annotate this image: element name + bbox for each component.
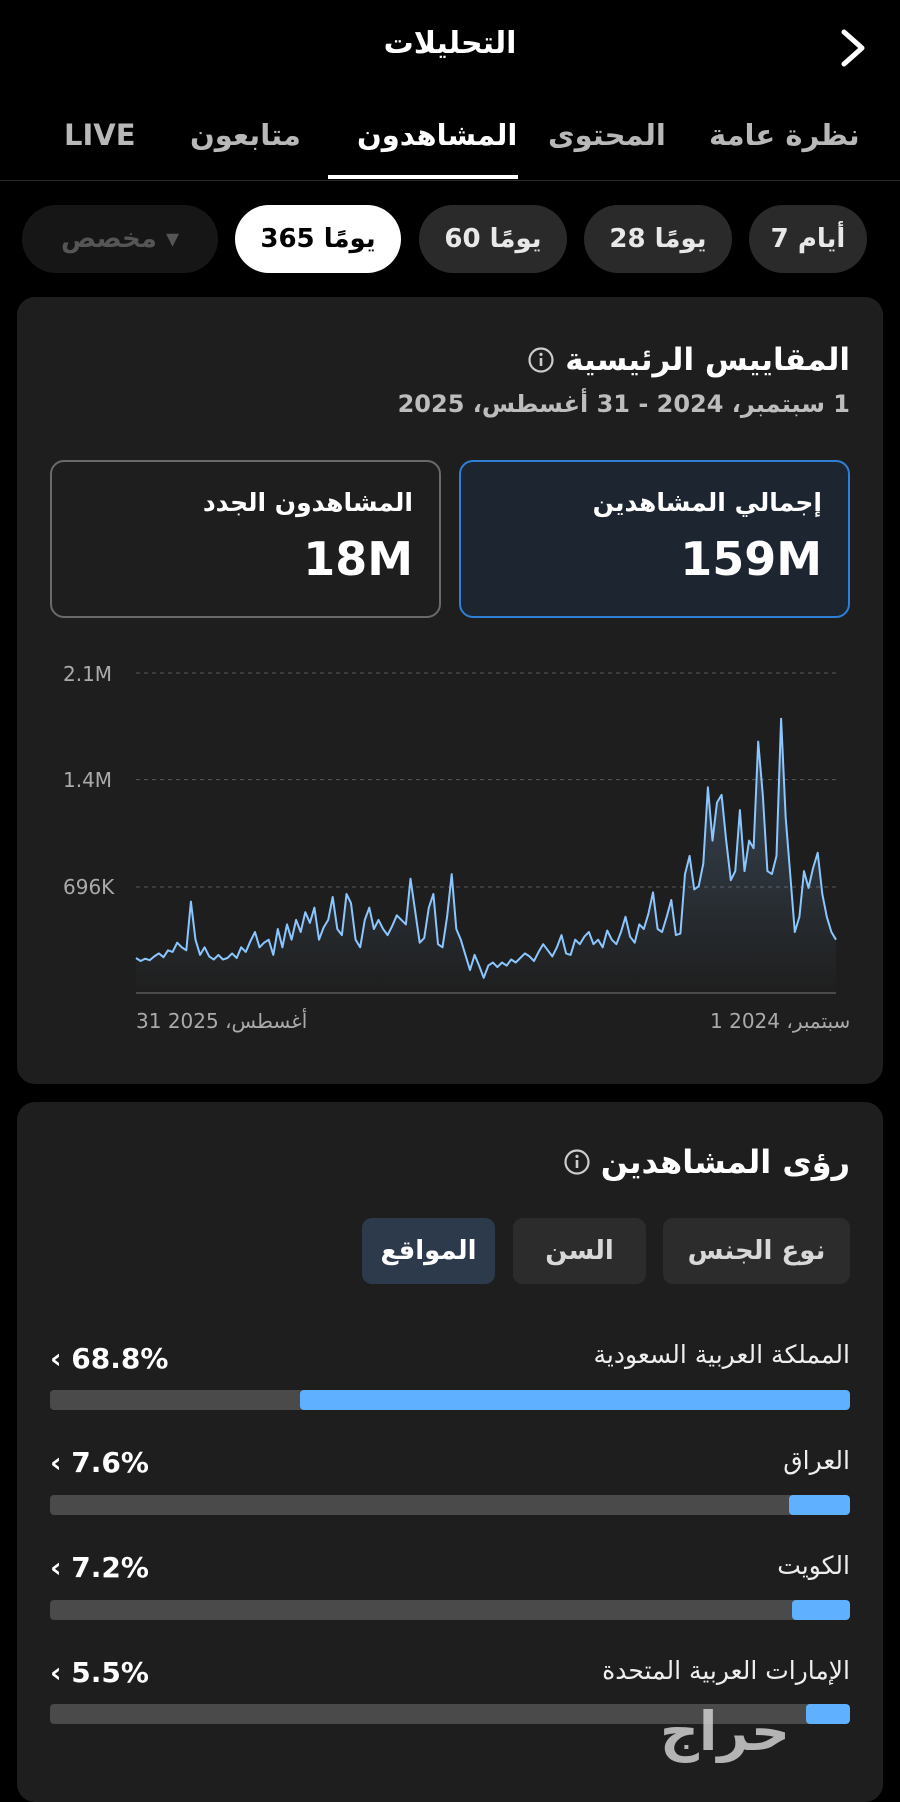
- location-bar: [50, 1390, 850, 1410]
- viewers-chart: [135, 672, 837, 994]
- segment-age[interactable]: السن: [513, 1218, 646, 1284]
- segment-gender[interactable]: نوع الجنس: [663, 1218, 850, 1284]
- location-name: المملكة العربية السعودية: [593, 1340, 850, 1369]
- location-percent: ‹ 68.8%: [50, 1342, 169, 1375]
- location-bar-fill: [792, 1600, 850, 1620]
- watermark-logo: حراج: [660, 1700, 790, 1763]
- location-bar: [50, 1600, 850, 1620]
- segment-locations[interactable]: المواقع: [362, 1218, 495, 1284]
- location-bar: [50, 1495, 850, 1515]
- x-axis-start-label: سبتمبر، 2024 1: [710, 1009, 851, 1033]
- location-bar-fill: [806, 1704, 850, 1724]
- location-name: الإمارات العربية المتحدة: [602, 1656, 850, 1685]
- location-name: العراق: [783, 1446, 850, 1475]
- location-percent: ‹ 5.5%: [50, 1656, 149, 1689]
- location-percent: ‹ 7.2%: [50, 1551, 149, 1584]
- insights-header: رؤى المشاهدين: [563, 1143, 850, 1181]
- location-percent: ‹ 7.6%: [50, 1446, 149, 1479]
- location-bar-fill: [789, 1495, 850, 1515]
- insights-title: رؤى المشاهدين: [600, 1143, 850, 1181]
- location-bar-fill: [299, 1390, 850, 1410]
- x-axis-end-label: أغسطس، 2025 31: [136, 1009, 308, 1033]
- series-area: [136, 718, 836, 993]
- info-icon[interactable]: [563, 1148, 591, 1176]
- location-name: الكويت: [777, 1551, 850, 1580]
